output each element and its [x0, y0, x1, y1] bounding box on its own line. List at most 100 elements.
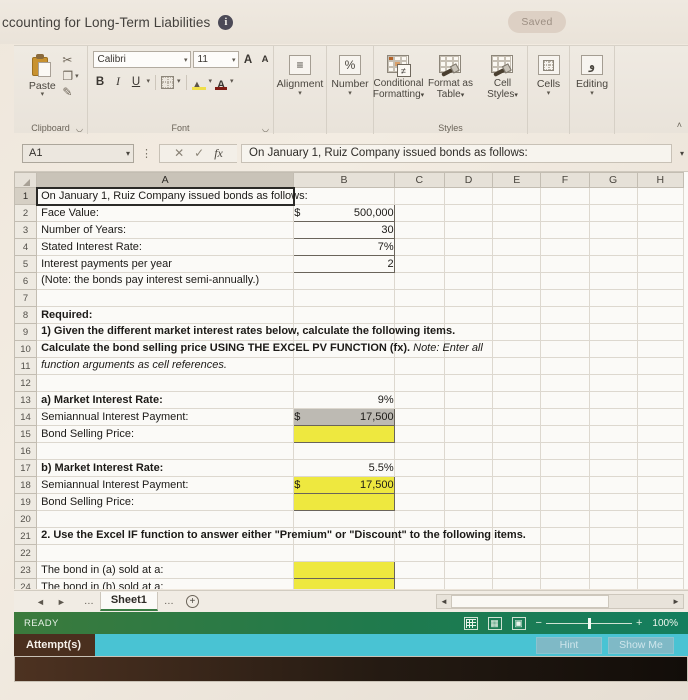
cell-D11[interactable]	[444, 357, 494, 375]
cell-F20[interactable]	[540, 510, 590, 528]
increase-font-size-button[interactable]: A	[241, 52, 256, 68]
cell-C20[interactable]	[394, 510, 445, 528]
cell-F2[interactable]	[540, 204, 590, 222]
cancel-icon[interactable]: ✕	[174, 146, 184, 160]
scroll-left-icon[interactable]: ◄	[437, 595, 451, 608]
cell-B15[interactable]	[293, 425, 395, 443]
cell-G15[interactable]	[589, 425, 638, 443]
cell-D20[interactable]	[444, 510, 494, 528]
cell-H24[interactable]	[637, 578, 685, 589]
cell-E14[interactable]	[492, 408, 542, 426]
copy-button[interactable]: ❐ ▾	[62, 70, 78, 84]
font-color-icon[interactable]: A	[215, 75, 228, 90]
row-header-19[interactable]: 19	[14, 493, 38, 511]
cell-B23[interactable]	[293, 561, 395, 579]
expand-formula-bar-icon[interactable]: ▾	[676, 149, 688, 158]
cell-G8[interactable]	[589, 306, 638, 324]
cell-H9[interactable]	[637, 323, 685, 341]
cell-F4[interactable]	[540, 238, 590, 256]
font-size-combobox[interactable]: 11 ▾	[192, 51, 239, 68]
cell-D17[interactable]	[444, 459, 494, 477]
number-caret-icon[interactable]: ▾	[348, 90, 352, 98]
cell-B13[interactable]: 9%	[293, 391, 395, 409]
cell-A15[interactable]: Bond Selling Price:	[36, 425, 295, 443]
cell-H17[interactable]	[637, 459, 685, 477]
cell-A10[interactable]: Calculate the bond selling price USING T…	[36, 340, 483, 358]
column-header-G[interactable]: G	[588, 172, 638, 188]
cell-F8[interactable]	[540, 306, 590, 324]
cell-F21[interactable]	[540, 527, 590, 545]
cell-B1[interactable]	[293, 187, 395, 205]
row-header-8[interactable]: 8	[14, 306, 38, 324]
row-header-6[interactable]: 6	[14, 272, 38, 290]
cell-A6[interactable]: (Note: the bonds pay interest semi-annua…	[36, 272, 295, 290]
column-header-F[interactable]: F	[540, 172, 590, 188]
cell-D12[interactable]	[444, 374, 494, 392]
cell-D4[interactable]	[444, 238, 494, 256]
row-header-11[interactable]: 11	[14, 357, 38, 375]
cell-A7[interactable]	[36, 289, 295, 307]
zoom-in-button[interactable]: +	[636, 617, 642, 629]
cell-E9[interactable]	[492, 323, 542, 341]
row-header-22[interactable]: 22	[14, 544, 38, 562]
zoom-track[interactable]	[545, 617, 632, 629]
zoom-level-label[interactable]: 100%	[652, 618, 678, 629]
cell-D18[interactable]	[444, 476, 494, 494]
sheet-overflow-right-icon[interactable]: …	[158, 596, 180, 607]
cell-G7[interactable]	[589, 289, 638, 307]
cell-C24[interactable]	[394, 578, 445, 589]
cut-button[interactable]: ✂	[62, 54, 78, 68]
cell-A4[interactable]: Stated Interest Rate:	[36, 238, 295, 256]
borders-icon[interactable]	[161, 75, 175, 89]
cell-E5[interactable]	[492, 255, 542, 273]
cell-D3[interactable]	[444, 221, 494, 239]
cell-F14[interactable]	[540, 408, 590, 426]
cell-C12[interactable]	[394, 374, 445, 392]
conditional-formatting-button[interactable]: ≠ Conditional Formatting▾	[373, 51, 424, 101]
cell-F12[interactable]	[540, 374, 590, 392]
cells-caret-icon[interactable]: ▾	[547, 90, 551, 98]
row-header-2[interactable]: 2	[14, 204, 38, 222]
cell-A14[interactable]: Semiannual Interest Payment:	[36, 408, 295, 426]
cell-F6[interactable]	[540, 272, 590, 290]
ribbon-group-alignment[interactable]: ≡ Alignment ▾	[274, 46, 327, 134]
cell-E16[interactable]	[492, 442, 542, 460]
cell-E1[interactable]	[492, 187, 542, 205]
cell-A12[interactable]	[36, 374, 295, 392]
font-name-combobox[interactable]: Calibri ▾	[92, 51, 191, 68]
cell-B18[interactable]: $17,500	[293, 476, 395, 494]
cell-C16[interactable]	[394, 442, 445, 460]
row-header-15[interactable]: 15	[14, 425, 38, 443]
cell-D7[interactable]	[444, 289, 494, 307]
show-me-button[interactable]: Show Me	[608, 636, 674, 654]
cell-C2[interactable]	[394, 204, 445, 222]
cell-E19[interactable]	[492, 493, 542, 511]
cell-A21[interactable]: 2. Use the Excel IF function to answer e…	[36, 527, 526, 545]
cell-C3[interactable]	[394, 221, 445, 239]
cell-A18[interactable]: Semiannual Interest Payment:	[36, 476, 295, 494]
cell-H4[interactable]	[637, 238, 685, 256]
cell-E22[interactable]	[492, 544, 542, 562]
column-header-D[interactable]: D	[443, 172, 494, 188]
cell-C15[interactable]	[394, 425, 445, 443]
column-header-C[interactable]: C	[393, 172, 445, 188]
cell-G17[interactable]	[589, 459, 638, 477]
cell-E3[interactable]	[492, 221, 542, 239]
cell-C17[interactable]	[394, 459, 445, 477]
cell-G19[interactable]	[589, 493, 638, 511]
cell-G2[interactable]	[589, 204, 638, 222]
cell-B12[interactable]	[293, 374, 395, 392]
cell-F11[interactable]	[540, 357, 590, 375]
cell-F15[interactable]	[540, 425, 590, 443]
cell-E18[interactable]	[492, 476, 542, 494]
cell-H1[interactable]	[637, 187, 685, 205]
cell-D13[interactable]	[444, 391, 494, 409]
cell-G11[interactable]	[589, 357, 638, 375]
cell-C7[interactable]	[394, 289, 445, 307]
cell-H7[interactable]	[637, 289, 685, 307]
page-layout-view-button[interactable]: ▦	[487, 616, 502, 630]
borders-caret-icon[interactable]: ▾	[177, 78, 181, 85]
paste-button[interactable]: Paste ▾	[22, 51, 62, 98]
cell-A16[interactable]	[36, 442, 295, 460]
cell-B6[interactable]	[293, 272, 395, 290]
